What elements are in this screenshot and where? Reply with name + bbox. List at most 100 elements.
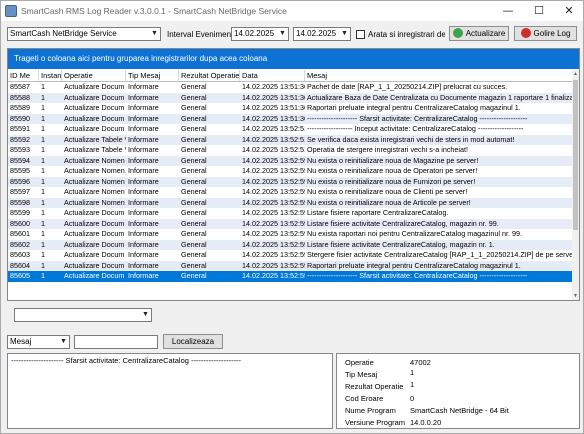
table-cell: Actualizare Docum [64,239,125,249]
scrollbar-thumb[interactable] [573,80,578,230]
column-header[interactable]: Rezultat Operatie [179,70,240,82]
table-row[interactable]: 85596 1 Actualizare Nomen Informare General 1… [8,176,573,187]
grid-scrollbar[interactable]: ▲ ▼ [572,70,579,300]
table-cell: Informare [128,197,159,207]
message-details-text[interactable]: --------------------- Sfarsit activitate… [7,353,333,429]
close-button[interactable]: ✕ [554,1,584,21]
filter-scrollbar[interactable] [572,304,579,329]
scroll-down-icon[interactable]: ▼ [572,292,579,300]
locate-button[interactable]: Localizeaza [163,334,223,349]
table-cell: --------------------- Sfarsit activitate… [307,113,528,123]
table-cell: 1 [41,187,45,196]
search-input[interactable] [74,335,158,349]
table-row[interactable]: 85589 1 Actualizare Docum Informare General 1… [8,103,573,114]
table-cell: Informare [128,229,159,238]
table-row[interactable]: 85593 1 Actualizare Tabele V Informare Gener… [8,145,573,156]
table-cell: 85588 [10,92,30,102]
table-cell: 85589 [10,103,30,112]
grid-header: ID Me Instant Operatie Tip Mesaj Rezultat Op… [8,70,573,82]
table-cell: 14.02.2025 13:52:59 [242,187,305,196]
group-by-panel[interactable]: Trageti o coloana aici pentru gruparea i… [8,49,579,69]
chevron-down-icon: ▼ [142,311,149,318]
table-cell: 1 [41,176,45,186]
table-row[interactable]: 85595 1 Actualizare Nomen Informare General 1… [8,166,573,177]
show-deleted-checkbox[interactable] [356,30,365,39]
message-properties-panel: Operatie 47002 Tip Mesaj 1 Rezultat Operatie… [336,353,580,429]
detail-key: Cod Eroare [345,394,384,403]
detail-key: Operatie [345,358,374,367]
table-cell: General [181,229,207,238]
table-row[interactable]: 85591 1 Actualizare Docum Informare General 1… [8,124,573,135]
table-cell: 85592 [10,134,30,144]
minimize-button[interactable]: — [493,1,523,21]
table-cell: 85599 [10,208,30,217]
table-cell: 85596 [10,176,30,186]
column-header[interactable]: Operatie [62,70,126,82]
date-to-value: 14.02.2025 [296,29,337,38]
log-grid: Trageti o coloana aici pentru gruparea i… [7,48,580,301]
date-to-picker[interactable]: 14.02.2025 ▼ [293,27,351,41]
table-row[interactable]: 85592 1 Actualizare Tabele V Informare Gener… [8,134,573,145]
table-cell: 14.02.2025 13:51:36 [242,113,305,123]
table-row[interactable]: 85599 1 Actualizare Docum Informare General 1… [8,208,573,219]
table-cell: Raportari preluate integral pentru Centr… [307,260,521,270]
clear-log-button[interactable]: Golire Log [514,26,577,41]
service-select[interactable]: SmartCash NetBridge Service ▼ [7,27,161,41]
table-cell: 14.02.2025 13:52:59 [242,260,305,270]
table-cell: Informare [128,166,159,175]
date-from-picker[interactable]: 14.02.2025 ▼ [231,27,289,41]
app-window: SmartCash RMS Log Reader v.3.0.0.1 - Sma… [0,0,584,434]
table-row[interactable]: 85602 1 Actualizare Docum Informare General 1… [8,239,573,250]
table-row[interactable]: 85605 1 Actualizare Docum Informare General 1… [8,271,573,282]
table-cell: Actualizare Nomen [64,187,125,196]
table-cell: Informare [128,239,159,249]
table-cell: Informare [128,82,159,91]
table-cell: 85603 [10,250,30,259]
table-cell: 14.02.2025 13:52:59 [242,218,305,228]
filter-select[interactable]: ▼ [14,308,152,322]
table-cell: General [181,176,207,186]
table-cell: 14.02.2025 13:51:36 [242,103,305,112]
table-cell: Actualizare Docum [64,124,125,133]
table-cell: Actualizare Nomen [64,176,125,186]
table-cell: Informare [128,124,159,133]
column-header[interactable]: Data [240,70,305,82]
detail-value: 0 [410,394,415,403]
column-header[interactable]: Mesaj [305,70,573,82]
table-row[interactable]: 85604 1 Actualizare Docum Informare General 1… [8,260,573,271]
table-row[interactable]: 85597 1 Actualizare Nomen Informare General 1… [8,187,573,198]
table-cell: 85605 [10,271,30,280]
refresh-button[interactable]: Actualizare [449,26,509,41]
maximize-button[interactable]: ☐ [524,1,554,21]
column-header[interactable]: Tip Mesaj [126,70,179,82]
table-cell: Actualizare Tabele V [64,134,126,144]
table-row[interactable]: 85588 1 Actualizare Docum Informare General 1… [8,92,573,103]
table-cell: 1 [41,92,45,102]
table-cell: Informare [128,176,159,186]
table-row[interactable]: 85601 1 Actualizare Docum Informare General 1… [8,229,573,240]
search-field-value: Mesaj [10,337,32,346]
table-cell: Actualizare Docum [64,250,125,259]
table-cell: General [181,166,207,175]
table-cell: 14.02.2025 13:52:59 [242,250,305,259]
table-row[interactable]: 85594 1 Actualizare Nomen Informare General 1… [8,155,573,166]
table-cell: General [181,145,207,154]
table-row[interactable]: 85603 1 Actualizare Docum Informare General 1… [8,250,573,261]
table-row[interactable]: 85600 1 Actualizare Docum Informare General 1… [8,218,573,229]
table-cell: Informare [128,218,159,228]
scroll-up-icon[interactable]: ▲ [572,70,579,78]
table-cell: Informare [128,92,159,102]
table-row[interactable]: 85590 1 Actualizare Docum Informare General 1… [8,113,573,124]
table-cell: 1 [41,166,45,175]
table-cell: General [181,260,207,270]
window-title: SmartCash RMS Log Reader v.3.0.0.1 - Sma… [21,6,287,16]
table-cell: 85600 [10,218,30,228]
table-cell: Actualizare Nomen [64,197,125,207]
table-row[interactable]: 85587 1 Actualizare Docum Informare General 1… [8,82,573,93]
table-row[interactable]: 85598 1 Actualizare Nomen Informare General 1… [8,197,573,208]
column-header[interactable]: Instant [39,70,62,82]
search-field-select[interactable]: Mesaj ▼ [7,335,70,349]
table-cell: General [181,218,207,228]
column-header[interactable]: ID Me [8,70,39,82]
table-cell: 1 [41,250,45,259]
